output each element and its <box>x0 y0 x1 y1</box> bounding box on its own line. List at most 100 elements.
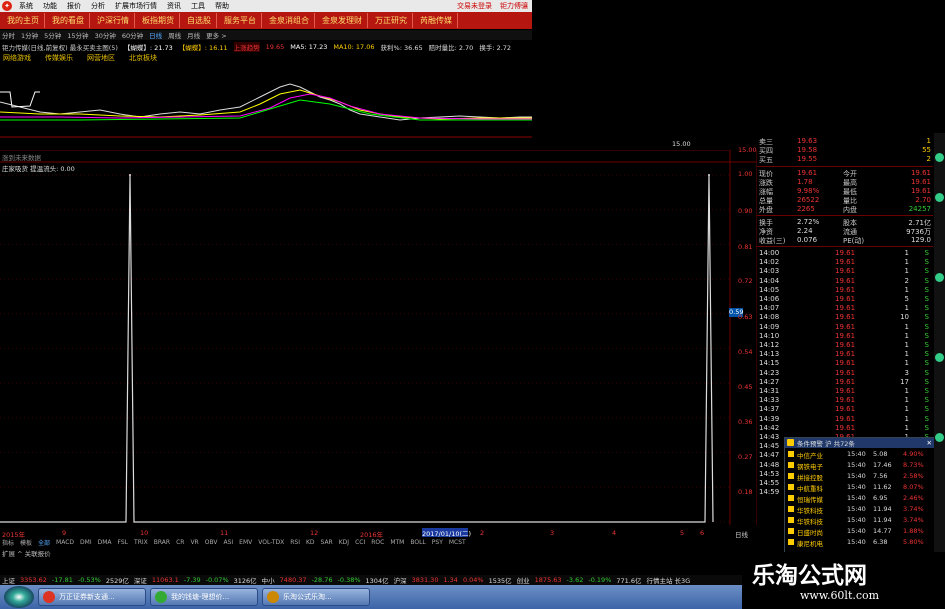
period-daily[interactable]: 日线 <box>149 30 162 40</box>
period-30min[interactable]: 30分钟 <box>95 30 116 40</box>
indicator-tab[interactable]: MACD <box>56 539 74 546</box>
indicator-tab[interactable]: RSI <box>290 539 300 546</box>
taskbar-item[interactable]: 我的钱塘-理想价... <box>150 588 258 606</box>
y-tick-label: 0.18 <box>738 488 753 496</box>
menu-analysis[interactable]: 分析 <box>86 1 110 11</box>
indicator-tab[interactable]: BOLL <box>410 539 425 546</box>
indicator-tab[interactable]: 模板 <box>20 538 32 547</box>
indicator-tab[interactable]: FSL <box>118 539 129 546</box>
indicator-tab[interactable]: 全部 <box>38 538 50 547</box>
tool-icon[interactable] <box>935 153 944 162</box>
indicator-tab[interactable]: DMA <box>98 539 112 546</box>
indicator-tab[interactable]: TRIX <box>134 539 148 546</box>
tab-research[interactable]: 万正研究 <box>370 13 413 28</box>
alert-cell: 17.46 <box>873 461 892 469</box>
alert-row[interactable]: 拼接控股 15:40 7.56 2.58% <box>785 472 935 482</box>
indicator-tabs: 指标 模板 全部 MACD DMI DMA FSL TRIX BRAR CR VR OBV ASI EMV… <box>0 538 757 547</box>
login-status[interactable]: 交易未登录 <box>457 1 492 11</box>
alert-cell: 康尼机电 <box>797 540 823 548</box>
alert-row[interactable]: 华铁科技 15:40 11.94 3.74% <box>785 505 935 515</box>
stock-name-label: 钜力傅骧 <box>500 2 528 10</box>
taskbar-item[interactable]: 乐淘公式乐淘... <box>262 588 370 606</box>
indicator-tab[interactable]: 指标 <box>2 538 14 547</box>
period-weekly[interactable]: 周线 <box>168 30 181 40</box>
info-trend: 上涨趋势 <box>233 41 260 52</box>
indicator-tab[interactable]: ASI <box>223 539 233 546</box>
period-monthly[interactable]: 月线 <box>187 30 200 40</box>
y-tick-label: 0.27 <box>738 453 753 461</box>
tool-icon[interactable] <box>935 353 944 362</box>
period-15min[interactable]: 15分钟 <box>67 30 88 40</box>
indicator-tab[interactable]: OBV <box>205 539 218 546</box>
menu-extended-market[interactable]: 扩展市场行情 <box>110 1 162 11</box>
indicator-chart[interactable] <box>0 150 757 525</box>
indicator-tab[interactable]: VR <box>190 539 198 546</box>
period-1min[interactable]: 1分钟 <box>21 30 38 40</box>
alert-row[interactable]: 恒瑞传媒 15:40 6.95 2.46% <box>785 494 935 504</box>
quote-row: 买五 19.55 2 <box>757 155 933 164</box>
tab-media[interactable]: 芮融传媒 <box>415 13 458 28</box>
indicator-tab[interactable]: PSY <box>432 539 443 546</box>
indicator-tab[interactable]: KDJ <box>339 539 349 546</box>
period-timeshare[interactable]: 分时 <box>2 30 15 40</box>
alert-row[interactable]: 康尼机电 15:40 6.38 5.80% <box>785 538 935 548</box>
indicator-tab[interactable]: EMV <box>239 539 252 546</box>
indicator-tab[interactable]: BRAR <box>154 539 170 546</box>
menu-function[interactable]: 功能 <box>38 1 62 11</box>
info-profit: 获利%: 36.65 <box>380 43 423 52</box>
tick-price: 19.61 <box>835 368 856 377</box>
menu-news[interactable]: 资讯 <box>162 1 186 11</box>
quote-row: 14:27 19.61 17 S <box>757 378 933 387</box>
indicator-tab[interactable]: DMI <box>80 539 92 546</box>
indicator-tab[interactable]: SAR <box>321 539 333 546</box>
tool-icon[interactable] <box>935 193 944 202</box>
tool-icon[interactable] <box>935 273 944 282</box>
indicator-tab[interactable]: VOL-TDX <box>258 539 284 546</box>
tab-finance[interactable]: 金泉发理财 <box>317 13 368 28</box>
tool-icon[interactable] <box>935 433 944 442</box>
tick-price: 19.61 <box>835 276 856 285</box>
alert-row[interactable]: 华铁科技 15:40 11.94 3.74% <box>785 516 935 526</box>
alert-popup[interactable]: 条件预警 沪 共72条 ✕ 中信产业 15:40 5.08 4.90% 钢铁电子 15:4… <box>784 437 936 554</box>
alert-row[interactable]: 日盛时尚 15:40 14.77 1.88% <box>785 527 935 537</box>
tick-side: S <box>924 396 929 405</box>
alert-marker-icon <box>788 462 794 468</box>
popup-titlebar[interactable]: 条件预警 沪 共72条 ✕ <box>785 438 935 448</box>
menu-help[interactable]: 帮助 <box>210 1 234 11</box>
tab-futures[interactable]: 板指期货 <box>137 13 180 28</box>
quote-row: 14:37 19.61 1 S <box>757 405 933 414</box>
tick-volume: 1 <box>904 304 909 313</box>
tab-market[interactable]: 沪深行情 <box>92 13 135 28</box>
period-60min[interactable]: 60分钟 <box>122 30 143 40</box>
tab-portfolio[interactable]: 金泉消组合 <box>264 13 315 28</box>
indicator-tab[interactable]: KD <box>306 539 315 546</box>
tab-my-watch[interactable]: 我的看盘 <box>47 13 90 28</box>
menu-quote[interactable]: 报价 <box>62 1 86 11</box>
stat-value: 129.0 <box>910 236 931 244</box>
stat-value: 26522 <box>797 196 820 204</box>
tab-service[interactable]: 服务平台 <box>219 13 262 28</box>
indicator-tab[interactable]: MCST <box>449 539 466 546</box>
menu-tools[interactable]: 工具 <box>186 1 210 11</box>
tick-time: 14:59 <box>759 488 780 497</box>
tick-price: 19.61 <box>835 285 856 294</box>
start-button[interactable] <box>4 586 34 608</box>
tab-my-home[interactable]: 我的主页 <box>2 13 45 28</box>
indicator-tab[interactable]: CCI <box>355 539 365 546</box>
main-kline-chart[interactable] <box>0 62 532 138</box>
indicator-tab[interactable]: MTM <box>390 539 404 546</box>
alert-row[interactable]: 中航重科 15:40 11.62 8.07% <box>785 483 935 493</box>
alert-row[interactable]: 钢铁电子 15:40 17.46 8.73% <box>785 461 935 471</box>
alert-row[interactable]: 中信产业 15:40 5.08 4.90% <box>785 450 935 460</box>
status-item: 2529亿 <box>105 577 129 585</box>
indicator-tab[interactable]: ROC <box>371 539 384 546</box>
indicator-tab[interactable]: CR <box>176 539 184 546</box>
info-v4: 19.65 <box>265 42 285 51</box>
tick-time: 14:00 <box>759 249 780 257</box>
tab-watchlist[interactable]: 自选股 <box>182 13 217 28</box>
taskbar-item[interactable]: 万正证券新支通... <box>38 588 146 606</box>
period-5min[interactable]: 5分钟 <box>44 30 61 40</box>
period-more[interactable]: 更多 > <box>206 30 227 40</box>
expand-toggle[interactable]: 扩展 ^ 关联报价 <box>2 548 51 558</box>
menu-system[interactable]: 系统 <box>14 1 38 11</box>
